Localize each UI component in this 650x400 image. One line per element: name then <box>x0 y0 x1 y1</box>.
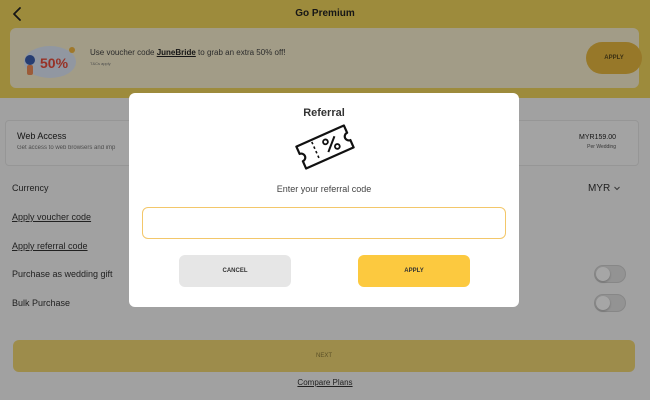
referral-modal: Referral Enter your referral code CANCEL… <box>129 93 519 307</box>
discount-ticket-icon <box>295 124 355 170</box>
referral-code-input[interactable] <box>142 207 506 239</box>
referral-prompt: Enter your referral code <box>276 184 372 194</box>
apply-button[interactable]: APPLY <box>358 255 470 287</box>
cancel-button[interactable]: CANCEL <box>179 255 291 287</box>
modal-title: Referral <box>303 107 345 119</box>
